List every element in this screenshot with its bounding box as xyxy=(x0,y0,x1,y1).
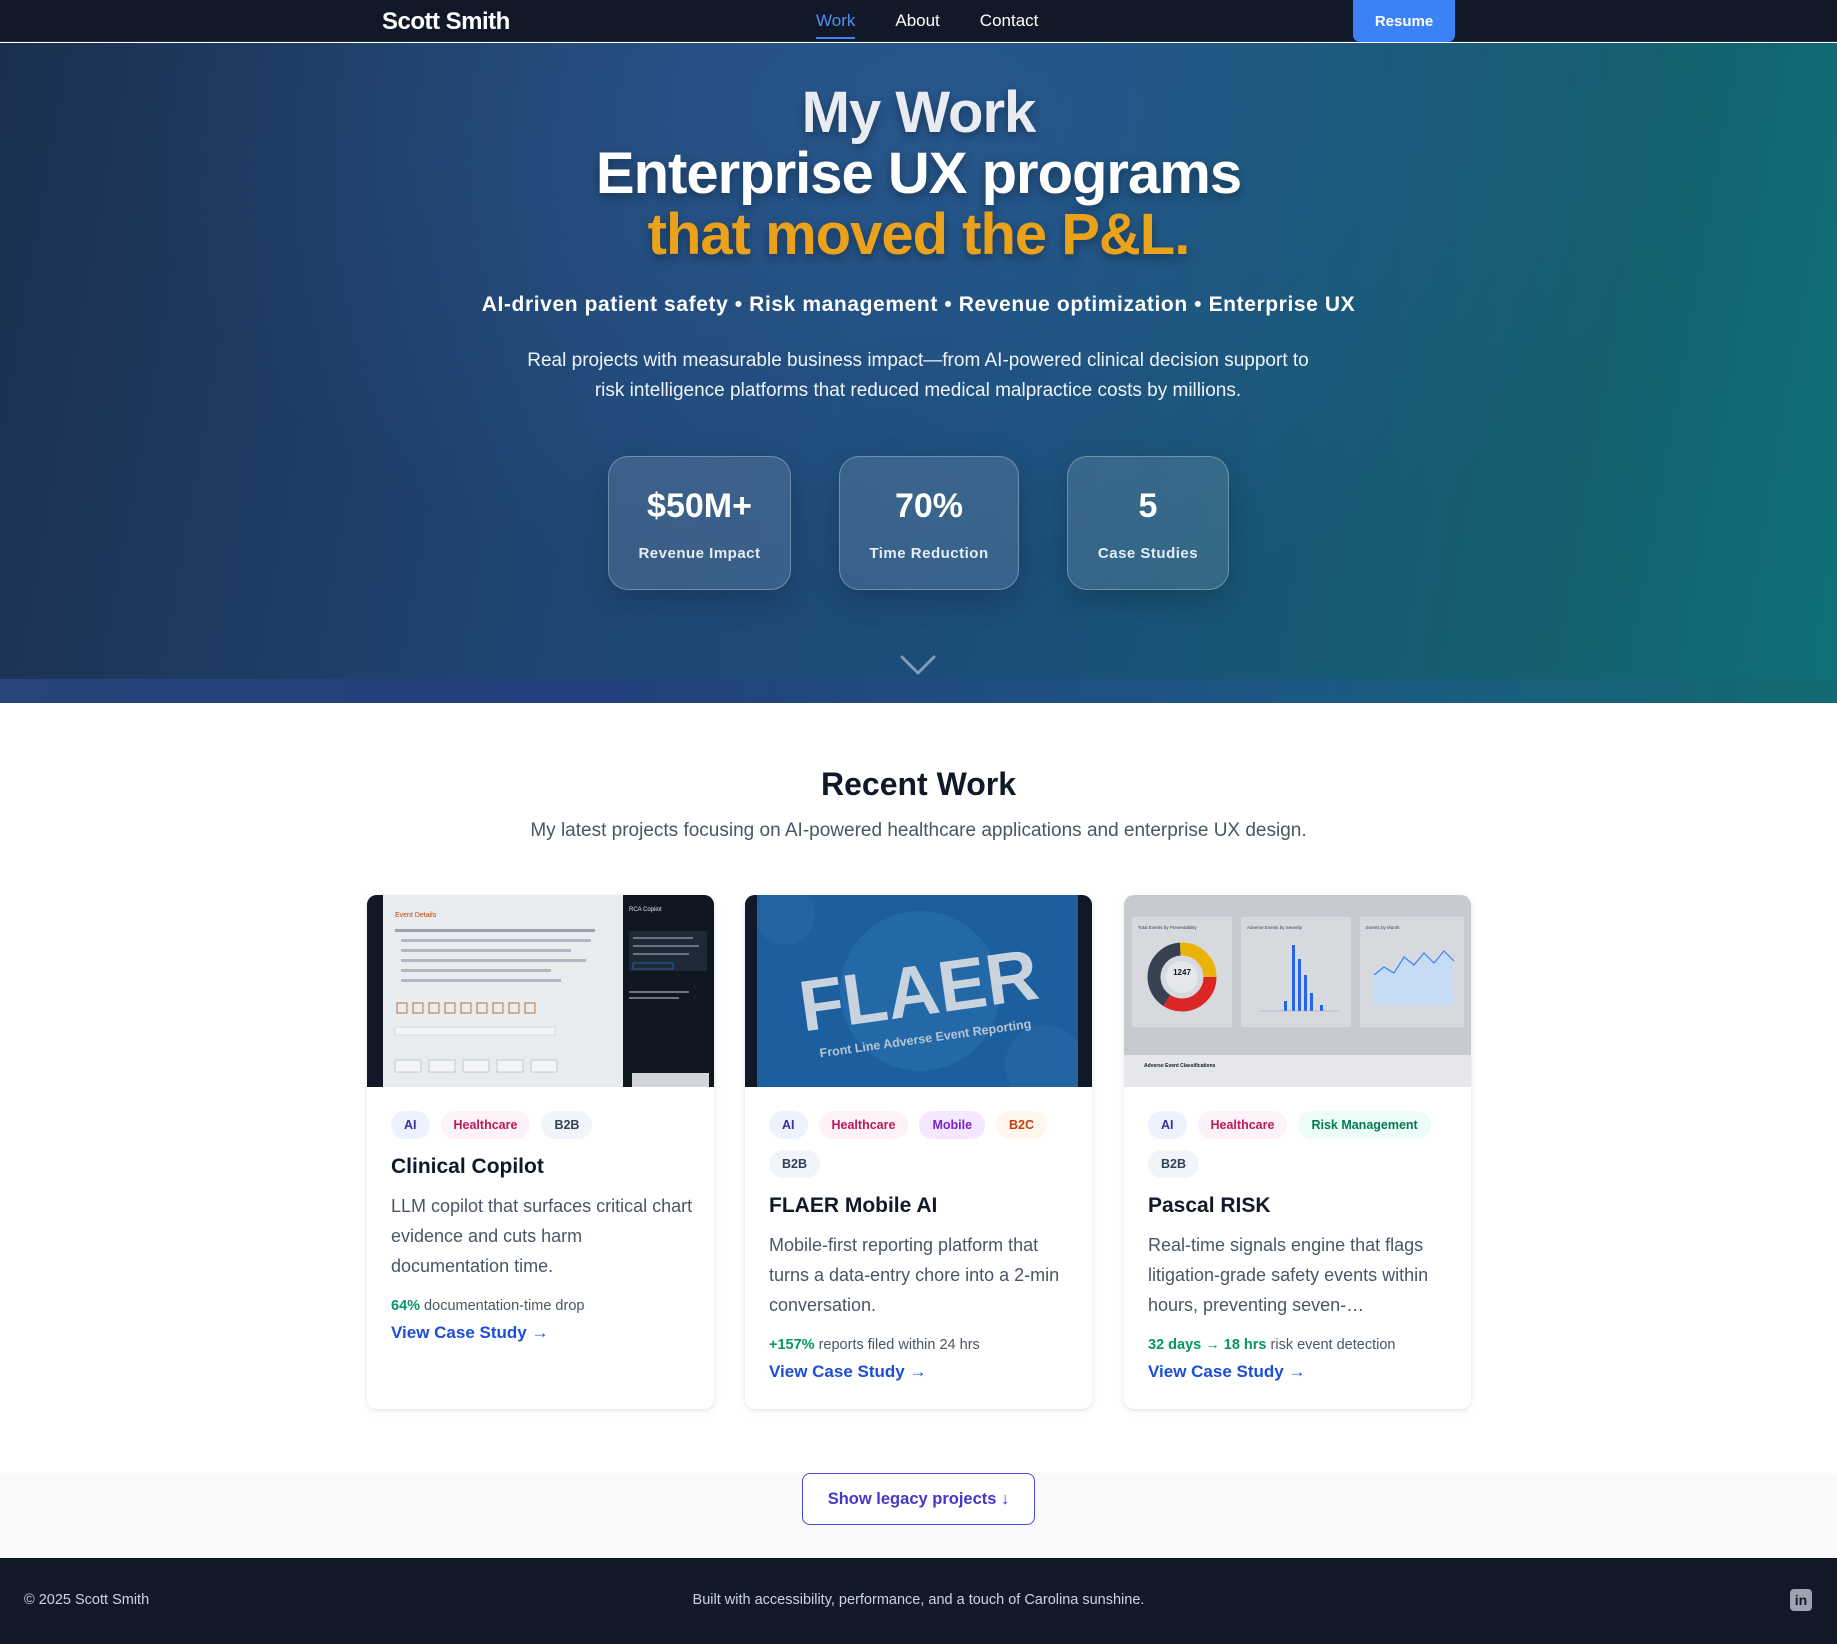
project-card-pascal-risk[interactable]: Total Events by Preventability 1247 Adve… xyxy=(1124,895,1471,1409)
thumb-side-title: RCA Copilot xyxy=(629,907,662,913)
hero-focus-areas: AI-driven patient safety • Risk manageme… xyxy=(481,293,1356,316)
thumb-panel-title: Events by Month xyxy=(1366,925,1400,930)
stat-card-time: 70% Time Reduction xyxy=(839,456,1019,590)
tag: AI xyxy=(391,1111,430,1139)
tag: AI xyxy=(1148,1111,1187,1139)
nav-links: Work About Contact xyxy=(816,0,1038,42)
project-metric: 64% documentation-time drop xyxy=(391,1298,584,1314)
stat-card-revenue: $50M+ Revenue Impact xyxy=(608,456,791,590)
metric-text: reports filed within 24 hrs xyxy=(814,1337,980,1353)
project-card-flaer[interactable]: FLAER Front Line Adverse Event Reporting… xyxy=(745,895,1092,1409)
thumb-panel-title: Total Events by Preventability xyxy=(1138,925,1198,930)
stat-value: 70% xyxy=(894,487,964,525)
footer: © 2025 Scott Smith Built with accessibil… xyxy=(0,1558,1837,1644)
stat-label: Case Studies xyxy=(1097,545,1199,562)
metric-text: documentation-time drop xyxy=(420,1298,585,1314)
hero-title-line1: My Work xyxy=(801,80,1037,145)
stat-label: Time Reduction xyxy=(869,545,989,562)
project-thumbnail: Event Details RCA Copilot xyxy=(367,895,714,1087)
recent-work-title: Recent Work xyxy=(820,766,1016,802)
tag: B2B xyxy=(769,1150,821,1178)
nav-link-contact[interactable]: Contact xyxy=(980,0,1039,42)
project-thumbnail: FLAER Front Line Adverse Event Reporting xyxy=(745,895,1092,1087)
show-legacy-projects-button[interactable]: Show legacy projects ↓ xyxy=(802,1473,1035,1525)
tag: Healthcare xyxy=(440,1111,531,1139)
project-thumbnail: Total Events by Preventability 1247 Adve… xyxy=(1124,895,1471,1087)
hero-description: Real projects with measurable business i… xyxy=(527,350,1309,401)
metric-text: risk event detection xyxy=(1266,1337,1396,1353)
project-metric: 32 days → 18 hrs risk event detection xyxy=(1148,1337,1395,1353)
footer-tagline: Built with accessibility, performance, a… xyxy=(692,1592,1145,1608)
view-case-study-link[interactable]: View Case Study → xyxy=(391,1323,548,1343)
view-case-study-link[interactable]: View Case Study → xyxy=(1148,1362,1305,1382)
tag-list: AI Healthcare B2B xyxy=(391,1111,691,1139)
tag: Mobile xyxy=(919,1111,986,1139)
stat-label: Revenue Impact xyxy=(638,545,761,562)
top-nav: Scott Smith Work About Contact Resume xyxy=(0,0,1837,42)
thumb-footer-title: Adverse Event Classifications xyxy=(1144,1063,1216,1069)
tag: Healthcare xyxy=(1197,1111,1288,1139)
project-metric: +157% reports filed within 24 hrs xyxy=(769,1337,980,1353)
metric-value: 32 days → 18 hrs xyxy=(1148,1337,1267,1353)
tag: B2B xyxy=(541,1111,593,1139)
hero-title-line2: Enterprise UX programs xyxy=(595,141,1242,206)
project-description: LLM copilot that surfaces critical chart… xyxy=(391,1196,693,1276)
metric-value: 64% xyxy=(391,1298,421,1314)
view-case-study-link[interactable]: View Case Study → xyxy=(769,1362,926,1382)
hero-title-highlight: that moved the P&L. xyxy=(647,202,1191,267)
tag: Risk Management xyxy=(1298,1111,1431,1139)
stat-card-case-studies: 5 Case Studies xyxy=(1067,456,1229,590)
tag: B2C xyxy=(996,1111,1048,1139)
tag-list: AI Healthcare Risk Management B2B xyxy=(1148,1111,1448,1178)
project-title: FLAER Mobile AI xyxy=(769,1194,938,1217)
thumb-panel-title: Adverse Events by Severity xyxy=(1247,925,1303,930)
chevron-down-icon[interactable] xyxy=(900,653,936,677)
thumb-heading: Event Details xyxy=(395,912,437,919)
project-title: Clinical Copilot xyxy=(391,1155,544,1178)
linkedin-icon[interactable]: in xyxy=(1790,1589,1812,1611)
project-card-clinical-copilot[interactable]: Event Details RCA Copilot AI Healthcare … xyxy=(367,895,714,1409)
nav-link-about[interactable]: About xyxy=(895,0,939,42)
project-title: Pascal RISK xyxy=(1148,1194,1271,1217)
project-description: Real-time signals engine that flags liti… xyxy=(1148,1235,1429,1315)
nav-link-work[interactable]: Work xyxy=(816,0,856,42)
stat-value: $50M+ xyxy=(647,487,752,525)
tag: Healthcare xyxy=(818,1111,909,1139)
tag: B2B xyxy=(1148,1150,1200,1178)
brand-name[interactable]: Scott Smith xyxy=(382,8,510,36)
tag-list: AI Healthcare Mobile B2C B2B xyxy=(769,1111,1069,1178)
thumb-donut-total: 1247 xyxy=(1173,968,1191,977)
hero-section: My Work Enterprise UX programs that move… xyxy=(0,43,1837,703)
tag: AI xyxy=(769,1111,808,1139)
resume-button[interactable]: Resume xyxy=(1353,0,1455,42)
recent-work-subtitle: My latest projects focusing on AI-powere… xyxy=(530,820,1307,841)
metric-value: +157% xyxy=(769,1337,815,1353)
stat-value: 5 xyxy=(1138,487,1158,525)
project-description: Mobile-first reporting platform that tur… xyxy=(769,1235,1060,1315)
